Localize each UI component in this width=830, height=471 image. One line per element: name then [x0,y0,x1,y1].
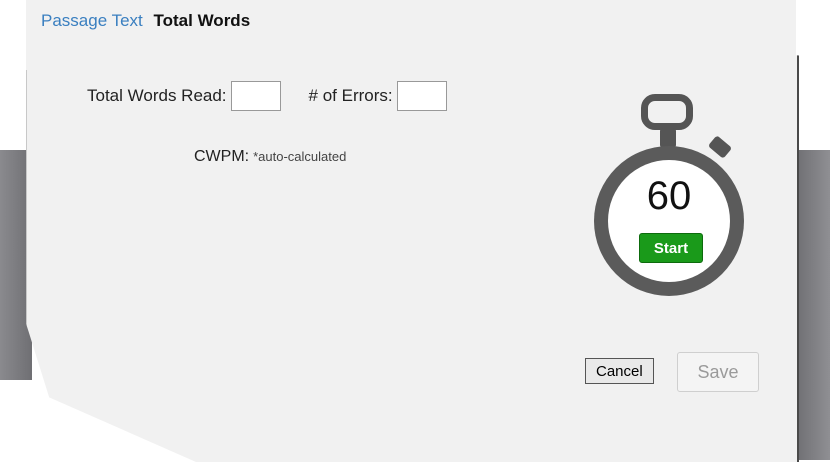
cwpm-label: CWPM: [194,148,250,165]
tab-total-words[interactable]: Total Words [154,11,251,30]
errors-label: # of Errors: [308,86,393,105]
stopwatch-side-button [707,135,733,159]
word-count-fields: Total Words Read: # of Errors: [87,80,447,112]
timer-value: 60 [646,174,692,218]
stopwatch-crown-ring [641,94,693,130]
stopwatch-icon: 60 Start [588,88,758,308]
stopwatch-crown-stem [660,128,676,148]
cwpm-row: CWPM: *auto-calculated [194,148,346,166]
start-button[interactable]: Start [639,233,703,263]
total-words-read-label: Total Words Read: [87,86,227,105]
errors-input[interactable] [396,81,447,111]
tab-bar: Passage Text Total Words [41,11,250,31]
tab-passage-text[interactable]: Passage Text [41,11,143,30]
save-button[interactable]: Save [677,352,759,392]
total-words-read-input[interactable] [230,81,281,111]
cwpm-note: *auto-calculated [253,149,347,164]
cancel-button[interactable]: Cancel [585,358,654,384]
